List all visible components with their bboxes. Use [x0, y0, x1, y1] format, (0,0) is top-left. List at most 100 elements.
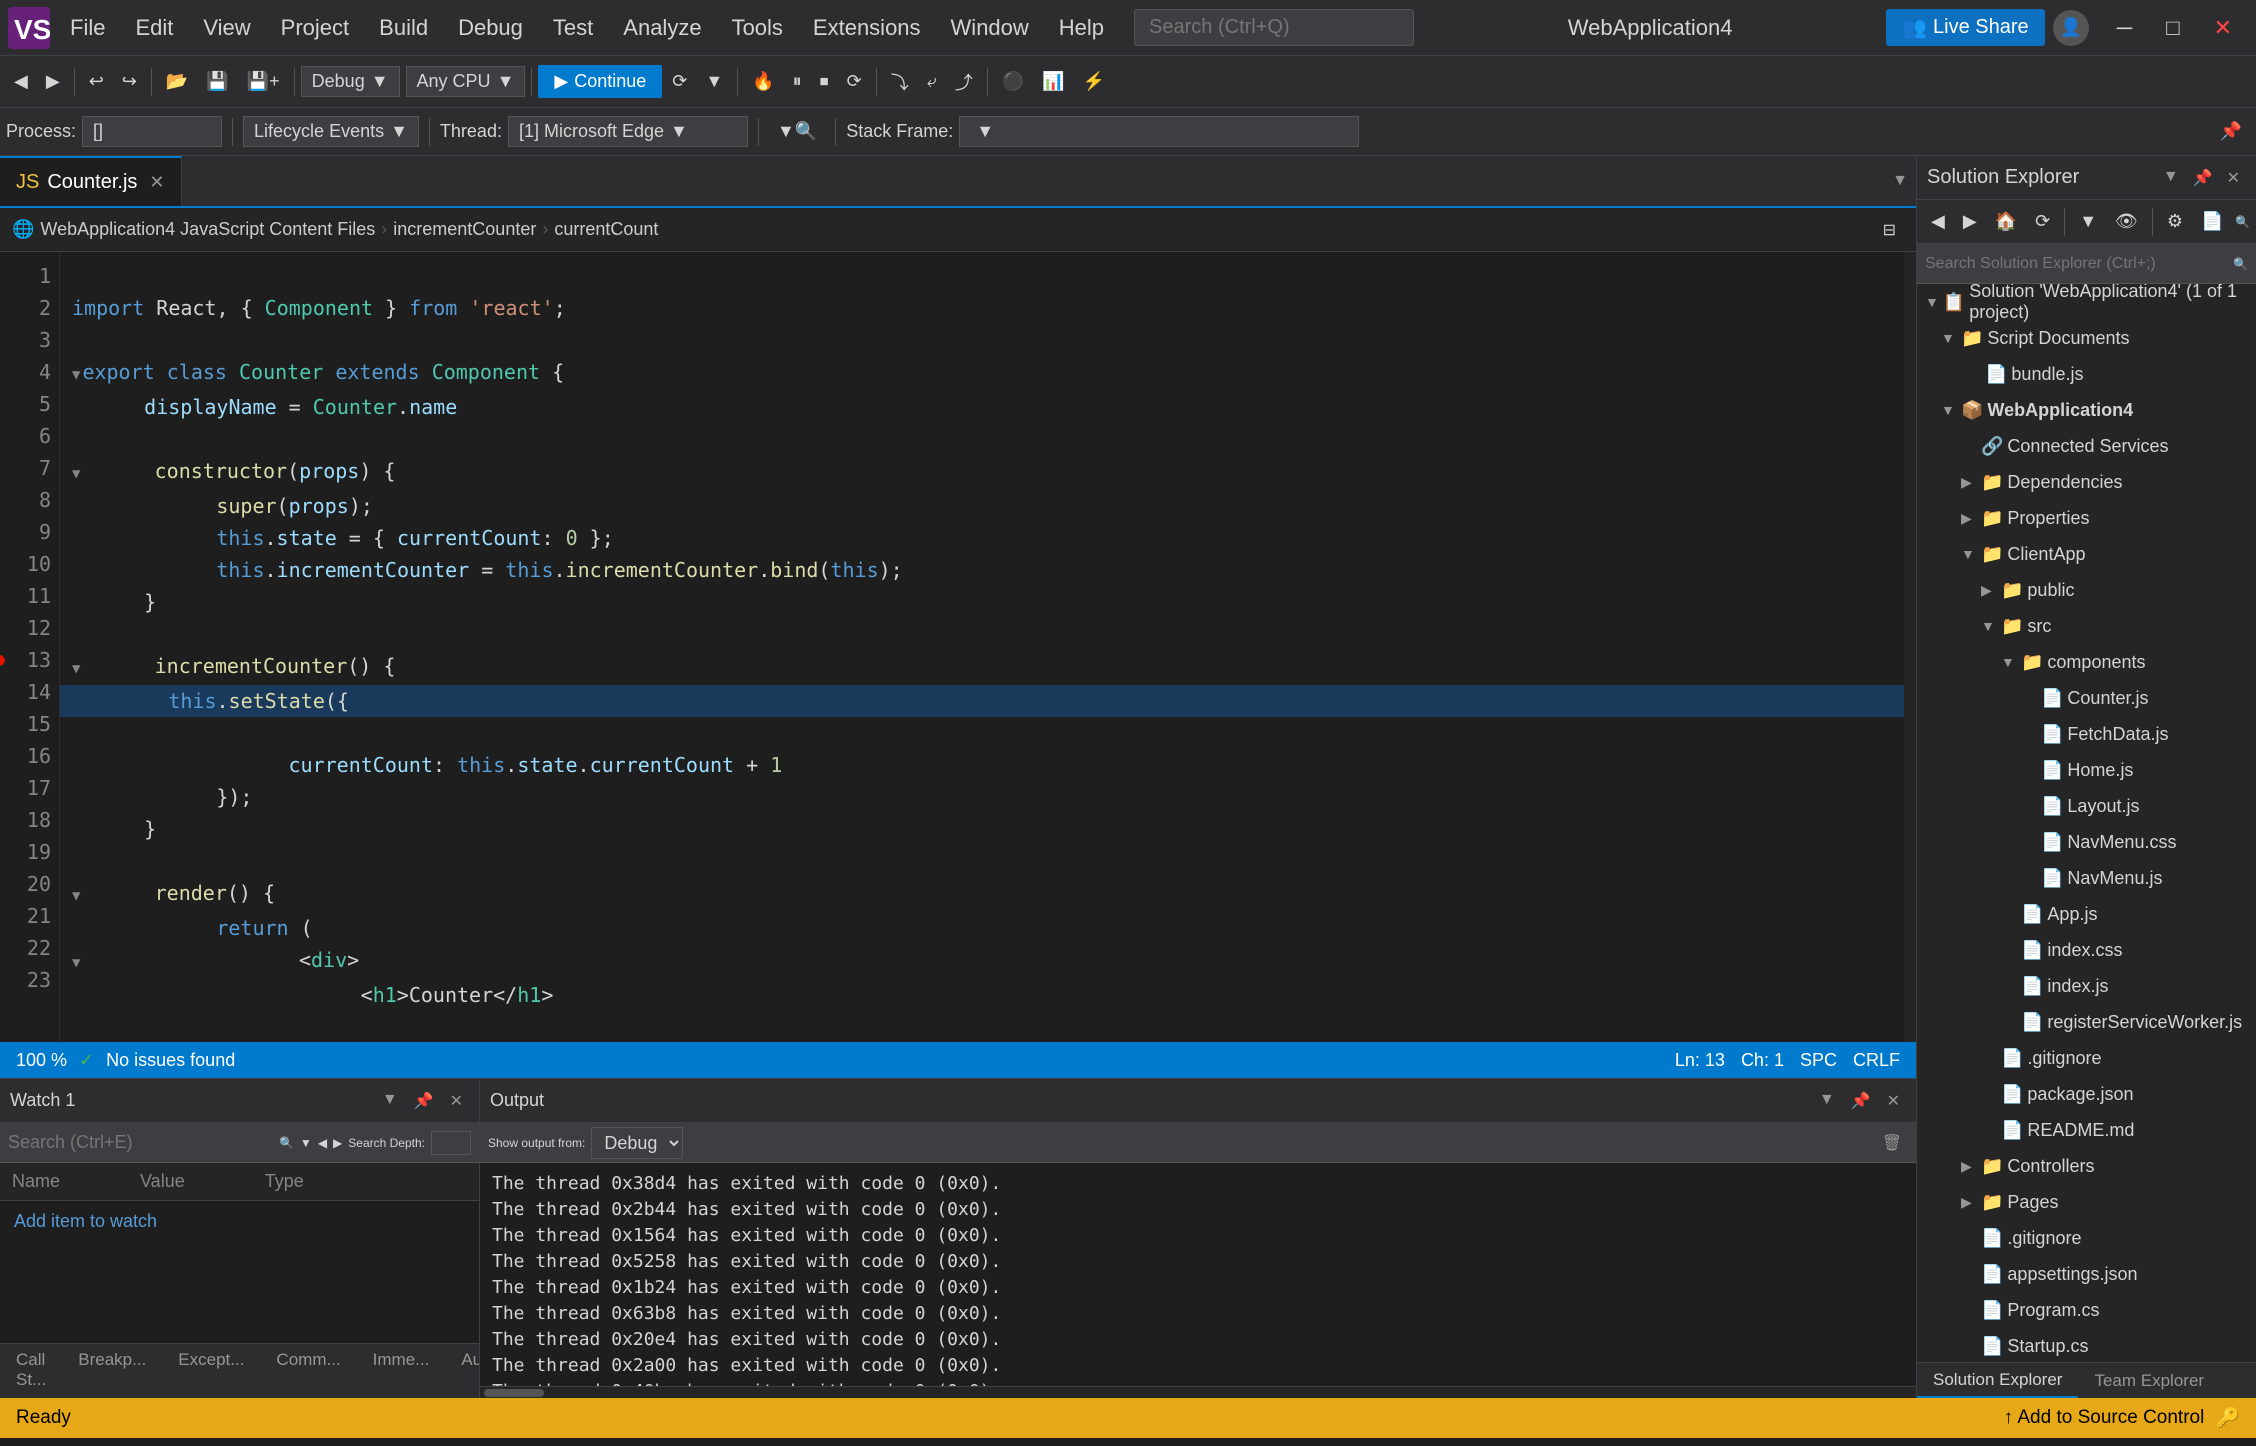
tab-call-stack[interactable]: Call St... — [0, 1344, 62, 1398]
lifecycle-dropdown[interactable]: Lifecycle Events ▼ — [243, 116, 419, 147]
open-file-btn[interactable]: 📂 — [158, 65, 196, 98]
se-footer-tab-te[interactable]: Team Explorer — [2078, 1365, 2220, 1397]
add-watch-hint[interactable]: Add item to watch — [14, 1211, 157, 1231]
se-view-btn[interactable]: 👁 — [2107, 205, 2146, 238]
output-scrollbar-h[interactable] — [480, 1386, 1916, 1398]
se-props-btn[interactable]: ⚙ — [2159, 205, 2191, 238]
menu-help[interactable]: Help — [1045, 11, 1118, 45]
minimize-button[interactable]: ─ — [2101, 11, 2149, 45]
clear-output-btn[interactable]: 🗑 — [1876, 1133, 1908, 1154]
code-editor[interactable]: 1 2 3 4 5 6 7 8 9 10 11 12 ●13 14 15 16 … — [0, 252, 1916, 1042]
se-preview-btn[interactable]: 📄 — [2193, 205, 2231, 238]
se-search-input[interactable] — [1925, 255, 2227, 273]
depth-input[interactable] — [431, 1131, 471, 1155]
breadcrumb-part2[interactable]: incrementCounter — [393, 219, 536, 240]
watch-dropdown-btn[interactable]: ▼ — [376, 1089, 404, 1113]
breakpoints-btn[interactable]: ⚫ — [994, 65, 1032, 98]
tree-controllers[interactable]: ▶ 📁 Controllers — [1917, 1148, 2256, 1184]
refresh-btn[interactable]: ⟳ — [664, 65, 695, 98]
step-out-btn[interactable]: ⤴ — [947, 63, 981, 101]
global-search-input[interactable] — [1134, 9, 1414, 46]
tab-command[interactable]: Comm... — [260, 1344, 356, 1398]
filter-btn[interactable]: ▼🔍 — [769, 115, 825, 148]
tree-counter-js[interactable]: 📄 Counter.js — [1917, 680, 2256, 716]
process-input[interactable] — [82, 116, 222, 147]
menu-file[interactable]: File — [56, 11, 119, 45]
live-share-button[interactable]: 👥 Live Share — [1886, 9, 2045, 46]
split-editor-btn[interactable]: ⊟ — [1875, 214, 1904, 246]
save-all-btn[interactable]: 💾+ — [239, 65, 288, 98]
tree-gitignore-root[interactable]: 📄 .gitignore — [1917, 1220, 2256, 1256]
menu-window[interactable]: Window — [937, 11, 1043, 45]
user-avatar[interactable]: 👤 — [2053, 10, 2089, 46]
tree-public[interactable]: ▶ 📁 public — [1917, 572, 2256, 608]
restart-btn[interactable]: ⟳ — [839, 65, 870, 98]
tree-home-js[interactable]: 📄 Home.js — [1917, 752, 2256, 788]
menu-extensions[interactable]: Extensions — [799, 11, 935, 45]
zoom-level[interactable]: 100 % — [16, 1050, 67, 1071]
pause-btn[interactable]: ⏸ — [785, 65, 810, 98]
se-dropdown-btn[interactable]: ▼ — [2157, 166, 2185, 190]
stop-btn[interactable]: ⏹ — [812, 65, 837, 98]
se-filter-btn[interactable]: ▼ — [2071, 205, 2105, 238]
se-close-btn[interactable]: ✕ — [2221, 166, 2246, 190]
thread-dropdown[interactable]: [1] Microsoft Edge ▼ — [508, 116, 748, 147]
tree-navmenu-css[interactable]: 📄 NavMenu.css — [1917, 824, 2256, 860]
tab-dropdown-btn[interactable]: ▼ — [1892, 172, 1908, 190]
tree-fetchdata-js[interactable]: 📄 FetchData.js — [1917, 716, 2256, 752]
redo-btn[interactable]: ↪ — [114, 65, 145, 98]
tree-components[interactable]: ▼ 📁 components — [1917, 644, 2256, 680]
menu-test[interactable]: Test — [539, 11, 607, 45]
se-footer-tab-se[interactable]: Solution Explorer — [1917, 1364, 2078, 1398]
tree-index-js[interactable]: 📄 index.js — [1917, 968, 2256, 1004]
se-sync-btn[interactable]: ⟳ — [2027, 205, 2058, 238]
se-fwd-btn[interactable]: ▶ — [1955, 205, 1985, 238]
tab-immediate[interactable]: Imme... — [357, 1344, 446, 1398]
watch-close-btn[interactable]: ✕ — [444, 1089, 469, 1113]
hot-reload-btn[interactable]: 🔥 — [744, 65, 782, 98]
menu-project[interactable]: Project — [267, 11, 363, 45]
next-result-btn[interactable]: ▶ — [333, 1136, 342, 1150]
breadcrumb-part3[interactable]: currentCount — [554, 219, 658, 240]
debug-config-dropdown[interactable]: Debug ▼ — [301, 66, 400, 97]
perf-profiler-btn[interactable]: ⚡ — [1075, 65, 1113, 98]
maximize-button[interactable]: □ — [2150, 11, 2195, 45]
tree-readme[interactable]: 📄 README.md — [1917, 1112, 2256, 1148]
tree-gitignore-client[interactable]: 📄 .gitignore — [1917, 1040, 2256, 1076]
tree-startup-cs[interactable]: 📄 Startup.cs — [1917, 1328, 2256, 1362]
back-btn[interactable]: ◀ — [6, 65, 36, 98]
output-source-select[interactable]: Debug — [591, 1127, 683, 1159]
tree-clientapp[interactable]: ▼ 📁 ClientApp — [1917, 536, 2256, 572]
tree-index-css[interactable]: 📄 index.css — [1917, 932, 2256, 968]
code-content[interactable]: import React, { Component } from 'react'… — [60, 252, 1904, 1042]
se-pin-btn[interactable]: 📌 — [2187, 166, 2219, 190]
se-search-btn[interactable]: 🔍 — [2235, 215, 2250, 229]
menu-tools[interactable]: Tools — [718, 11, 797, 45]
tree-src[interactable]: ▼ 📁 src — [1917, 608, 2256, 644]
tree-connected-services[interactable]: 🔗 Connected Services — [1917, 428, 2256, 464]
tree-webapp4[interactable]: ▼ 📦 WebApplication4 — [1917, 392, 2256, 428]
refresh-dropdown[interactable]: ▼ — [697, 65, 731, 98]
output-close-btn[interactable]: ✕ — [1881, 1089, 1906, 1113]
prev-result-btn[interactable]: ◀ — [318, 1136, 327, 1150]
tab-counter-js[interactable]: JS Counter.js ✕ — [0, 156, 182, 206]
tab-exceptions[interactable]: Except... — [162, 1344, 260, 1398]
fwd-btn[interactable]: ▶ — [38, 65, 68, 98]
breadcrumb-part1[interactable]: WebApplication4 JavaScript Content Files — [40, 219, 375, 240]
undo-btn[interactable]: ↩ — [81, 65, 112, 98]
search-dropdown[interactable]: ▼ — [300, 1136, 312, 1150]
tree-root[interactable]: ▼ 📋 Solution 'WebApplication4' (1 of 1 p… — [1917, 284, 2256, 320]
tree-script-docs[interactable]: ▼ 📁 Script Documents — [1917, 320, 2256, 356]
tab-breakpoints[interactable]: Breakp... — [62, 1344, 162, 1398]
menu-analyze[interactable]: Analyze — [609, 11, 715, 45]
tab-autos[interactable]: Autos — [445, 1344, 479, 1398]
menu-edit[interactable]: Edit — [121, 11, 187, 45]
add-to-source-control-label[interactable]: ↑ Add to Source Control — [2004, 1407, 2205, 1429]
tree-dependencies[interactable]: ▶ 📁 Dependencies — [1917, 464, 2256, 500]
stack-frame-dropdown[interactable]: ▼ — [959, 116, 1359, 147]
close-button[interactable]: ✕ — [2198, 11, 2248, 45]
diag-tools-btn[interactable]: 📊 — [1034, 65, 1072, 98]
tree-rsw-js[interactable]: 📄 registerServiceWorker.js — [1917, 1004, 2256, 1040]
se-home-btn[interactable]: 🏠 — [1987, 205, 2025, 238]
se-pin-btn[interactable]: 📌 — [2212, 115, 2250, 148]
